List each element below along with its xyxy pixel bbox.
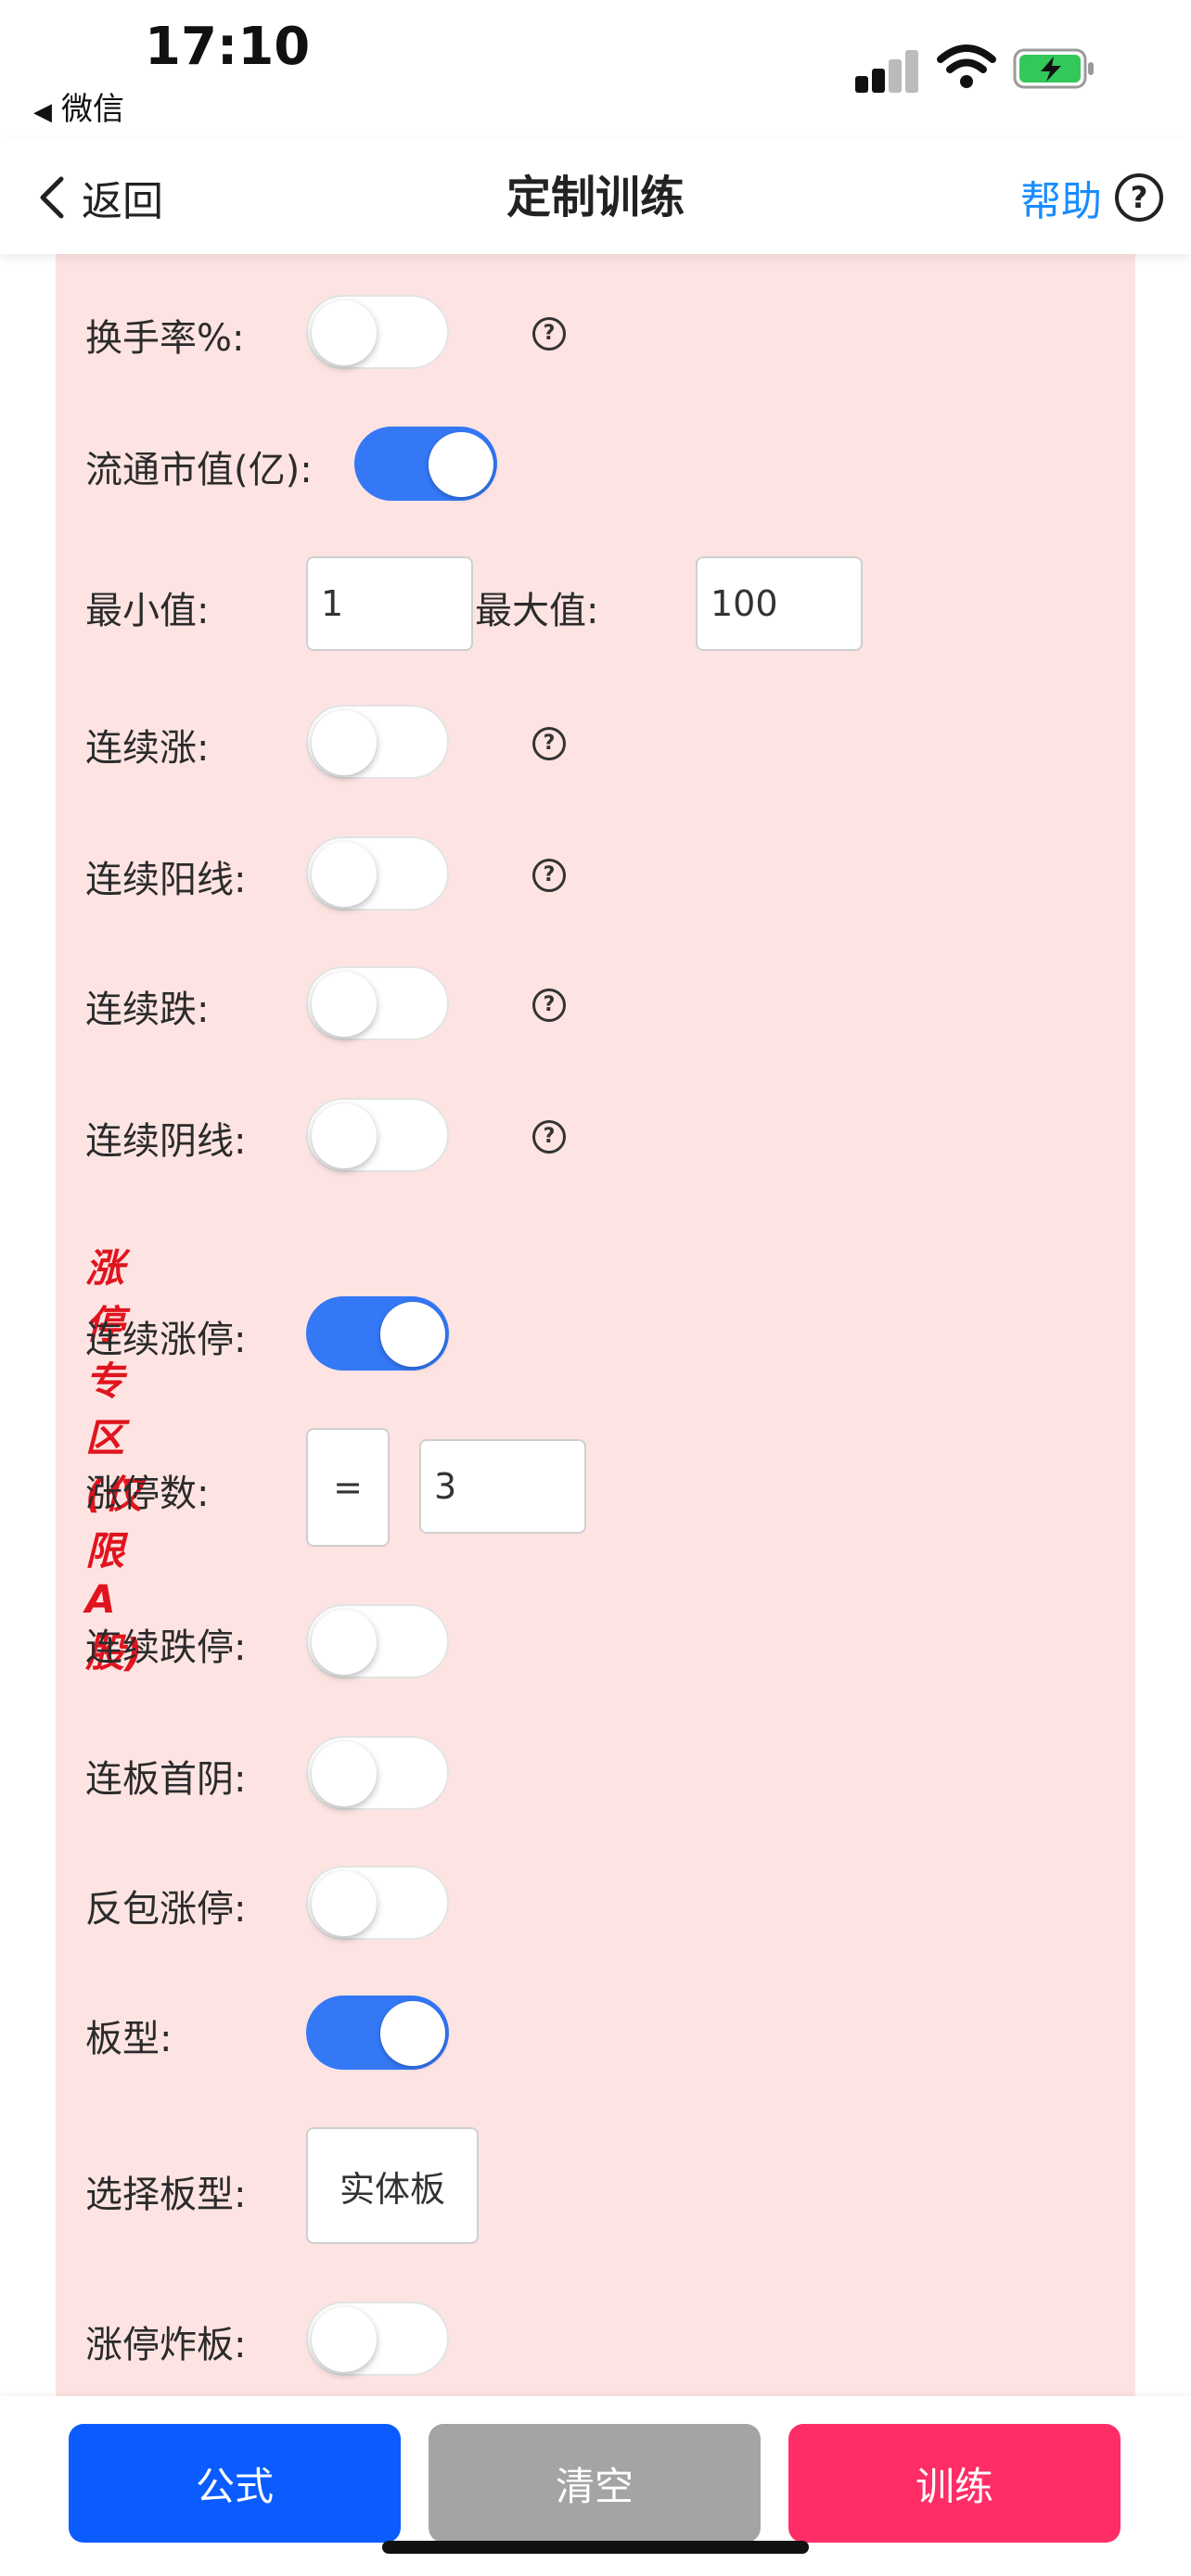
cons-up-label: 连续涨: — [85, 727, 210, 770]
cons-yang-toggle[interactable] — [306, 836, 449, 911]
help-button[interactable]: 帮助 ? — [1020, 165, 1163, 230]
cons-limit-up-toggle[interactable] — [306, 1296, 449, 1371]
cons-yang-label: 连续阳线: — [85, 859, 247, 901]
board-type-label: 板型: — [85, 2018, 173, 2060]
cons-up-toggle[interactable] — [306, 705, 449, 779]
float-cap-toggle[interactable] — [354, 427, 497, 501]
status-back-label: 微信 — [61, 91, 124, 128]
turnover-label: 换手率%: — [85, 317, 245, 360]
cons-down-toggle[interactable] — [306, 966, 449, 1040]
home-indicator[interactable] — [382, 2541, 809, 2554]
board-type-toggle[interactable] — [306, 1996, 449, 2070]
cellular-signal-icon — [855, 48, 920, 93]
min-value-label: 最小值: — [85, 590, 210, 632]
cons-yin-toggle[interactable] — [306, 1098, 449, 1172]
max-value-input[interactable]: 100 — [696, 556, 863, 651]
formula-button[interactable]: 公式 — [69, 2424, 401, 2543]
battery-charging-icon — [1013, 48, 1094, 89]
navigation-bar: 返回 定制训练 帮助 ? — [0, 139, 1191, 254]
back-triangle-icon: ◀ — [33, 98, 52, 126]
turnover-toggle[interactable] — [306, 295, 449, 369]
limit-count-input[interactable]: 3 — [419, 1439, 586, 1534]
cons-yin-help-icon[interactable]: ? — [532, 1120, 566, 1154]
page-title: 定制训练 — [506, 172, 685, 223]
min-value-input[interactable]: 1 — [306, 556, 473, 651]
limit-count-label: 涨停数: — [85, 1473, 210, 1515]
max-value-label: 最大值: — [475, 590, 599, 632]
train-button[interactable]: 训练 — [788, 2424, 1121, 2543]
cons-limit-down-label: 连续跌停: — [85, 1626, 247, 1669]
first-yin-label: 连板首阴: — [85, 1758, 247, 1801]
bottom-action-bar: 公式 清空 训练 — [0, 2396, 1191, 2576]
cons-up-help-icon[interactable]: ? — [532, 727, 566, 760]
first-yin-toggle[interactable] — [306, 1736, 449, 1810]
cons-down-label: 连续跌: — [85, 988, 210, 1031]
help-label: 帮助 — [1020, 178, 1102, 225]
wifi-icon — [937, 45, 996, 88]
status-back-to-app[interactable]: ◀ 微信 — [33, 83, 124, 129]
select-board-button[interactable]: 实体板 — [306, 2127, 479, 2244]
cons-limit-down-toggle[interactable] — [306, 1604, 449, 1678]
reverse-limit-label: 反包涨停: — [85, 1888, 247, 1931]
limit-break-toggle[interactable] — [306, 2302, 449, 2376]
clear-button[interactable]: 清空 — [429, 2424, 761, 2543]
select-board-label: 选择板型: — [85, 2174, 247, 2216]
cons-down-help-icon[interactable]: ? — [532, 988, 566, 1022]
float-cap-label: 流通市值(亿): — [85, 449, 313, 491]
cons-yin-label: 连续阴线: — [85, 1120, 247, 1163]
cons-limit-up-label: 连续涨停: — [85, 1319, 247, 1361]
limit-zone-title: 涨停专区(仅限A股) — [85, 1245, 143, 1676]
turnover-help-icon[interactable]: ? — [532, 317, 566, 351]
reverse-limit-toggle[interactable] — [306, 1866, 449, 1940]
limit-break-label: 涨停炸板: — [85, 2324, 247, 2366]
limit-count-operator-select[interactable]: = — [306, 1428, 390, 1547]
status-time: 17:10 — [145, 17, 311, 77]
help-question-icon: ? — [1115, 173, 1163, 222]
cons-yang-help-icon[interactable]: ? — [532, 859, 566, 892]
